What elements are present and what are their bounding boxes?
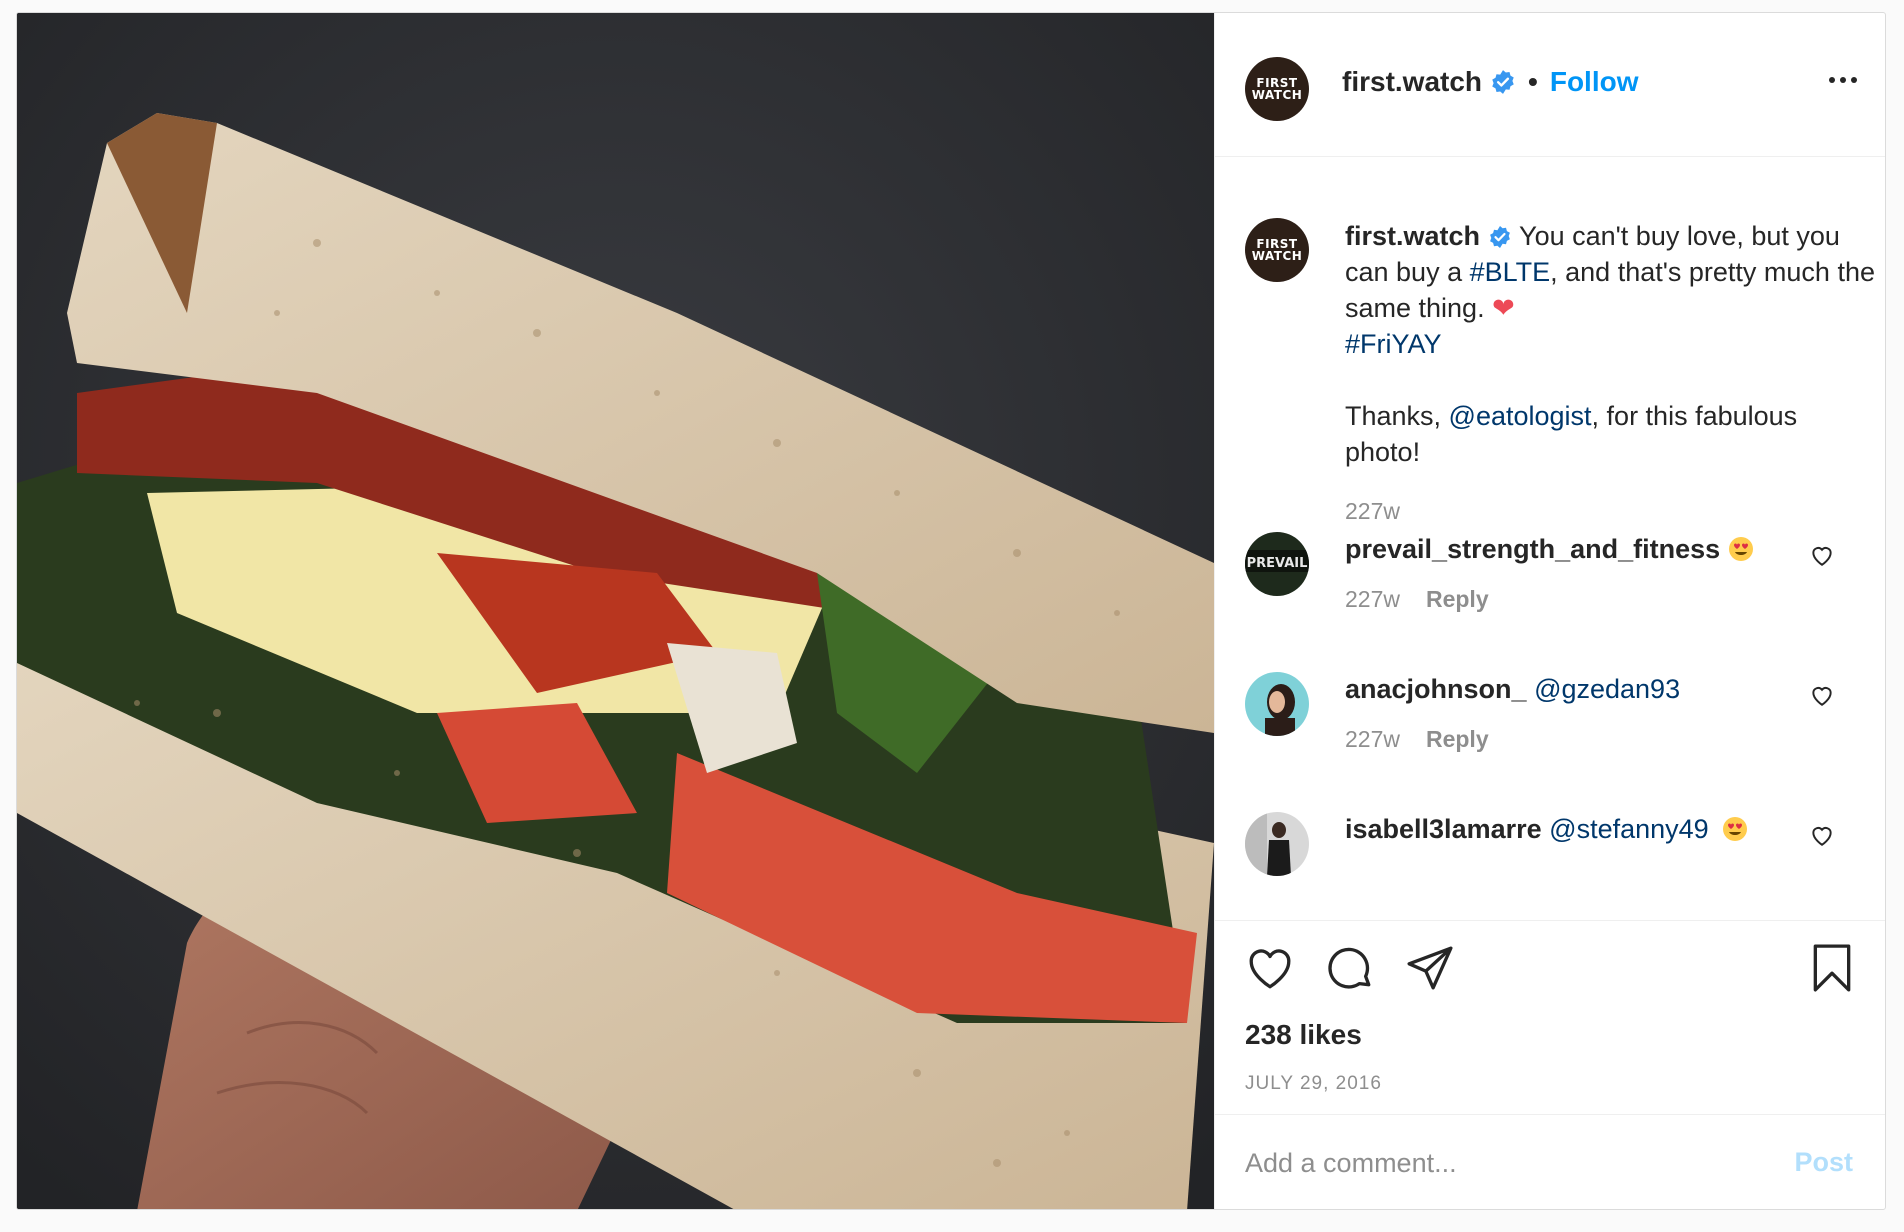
caption-timestamp[interactable]: 227w bbox=[1345, 498, 1400, 525]
commenter-avatar[interactable] bbox=[1245, 812, 1309, 876]
header-user-block: first.watch • Follow bbox=[1342, 66, 1639, 98]
comment-username[interactable]: anacjohnson_ bbox=[1345, 674, 1527, 704]
post-side-panel: FIRST WATCH first.watch • Follow FIRST W… bbox=[1214, 13, 1885, 1209]
post-date[interactable]: JULY 29, 2016 bbox=[1245, 1073, 1382, 1095]
post-comment-button[interactable]: Post bbox=[1794, 1147, 1853, 1178]
caption-text: first.watch You can't buy love, but you … bbox=[1345, 218, 1875, 470]
paper-plane-icon[interactable] bbox=[1405, 943, 1455, 993]
post-header: FIRST WATCH first.watch • Follow bbox=[1215, 13, 1885, 157]
reply-button[interactable]: Reply bbox=[1426, 586, 1489, 613]
avatar-text-line2: WATCH bbox=[1251, 88, 1303, 102]
comment-timestamp[interactable]: 227w bbox=[1345, 726, 1400, 753]
caption-username[interactable]: first.watch bbox=[1345, 221, 1480, 251]
comment-like-heart-icon[interactable] bbox=[1809, 822, 1835, 848]
author-username[interactable]: first.watch bbox=[1342, 66, 1482, 98]
add-comment-bar: Post bbox=[1215, 1114, 1885, 1209]
bookmark-icon[interactable] bbox=[1807, 943, 1857, 993]
comment-text: anacjohnson_ @gzedan93 bbox=[1345, 672, 1785, 706]
post-photo[interactable] bbox=[17, 13, 1214, 1209]
caption-thanks-pre: Thanks, bbox=[1345, 401, 1449, 431]
red-heart-emoji: ❤ bbox=[1492, 293, 1515, 323]
mention-eatologist[interactable]: @eatologist bbox=[1449, 401, 1592, 431]
header-separator: • bbox=[1528, 66, 1538, 97]
comment-body bbox=[1527, 674, 1535, 704]
svg-text:PREVAIL: PREVAIL bbox=[1247, 556, 1308, 571]
action-bar bbox=[1245, 943, 1455, 993]
commenter-avatar[interactable] bbox=[1245, 672, 1309, 736]
like-heart-icon[interactable] bbox=[1245, 943, 1295, 993]
verified-badge-icon bbox=[1490, 226, 1510, 248]
follow-button[interactable]: Follow bbox=[1550, 66, 1639, 98]
commenter-avatar[interactable]: PREVAIL bbox=[1245, 532, 1309, 596]
hashtag-blte[interactable]: #BLTE bbox=[1470, 257, 1551, 287]
comment-meta: 227w Reply bbox=[1345, 586, 1489, 613]
comment-meta: 227w Reply bbox=[1345, 726, 1489, 753]
post-footer: 238 likes JULY 29, 2016 Post bbox=[1215, 920, 1885, 1209]
verified-badge-icon bbox=[1492, 70, 1514, 94]
post-card: FIRST WATCH first.watch • Follow FIRST W… bbox=[16, 12, 1886, 1210]
comment-item: PREVAIL prevail_strength_and_fitness 227… bbox=[1245, 532, 1865, 642]
comment-mention[interactable]: @gzedan93 bbox=[1534, 674, 1680, 704]
sandwich-photo-illustration bbox=[17, 13, 1214, 1209]
avatar-text-line2: WATCH bbox=[1251, 249, 1303, 263]
more-options-icon[interactable] bbox=[1829, 77, 1857, 83]
comment-item: isabell3lamarre @stefanny49 bbox=[1245, 812, 1865, 920]
comment-text: prevail_strength_and_fitness bbox=[1345, 532, 1785, 566]
comment-like-heart-icon[interactable] bbox=[1809, 682, 1835, 708]
comment-bubble-icon[interactable] bbox=[1325, 943, 1375, 993]
likes-count[interactable]: 238 likes bbox=[1245, 1019, 1362, 1051]
heart-eyes-emoji-icon bbox=[1728, 537, 1753, 561]
comment-username[interactable]: isabell3lamarre bbox=[1345, 814, 1542, 844]
comment-mention[interactable]: @stefanny49 bbox=[1549, 814, 1709, 844]
comment-text: isabell3lamarre @stefanny49 bbox=[1345, 812, 1785, 846]
comment-username[interactable]: prevail_strength_and_fitness bbox=[1345, 534, 1720, 564]
caption-author-avatar[interactable]: FIRST WATCH bbox=[1245, 218, 1309, 282]
comment-timestamp[interactable]: 227w bbox=[1345, 586, 1400, 613]
comment-input[interactable] bbox=[1245, 1143, 1765, 1183]
heart-eyes-emoji-icon bbox=[1723, 817, 1748, 841]
comment-item: anacjohnson_ @gzedan93 227w Reply bbox=[1245, 672, 1865, 782]
author-avatar[interactable]: FIRST WATCH bbox=[1245, 57, 1309, 121]
comments-scroll-area[interactable]: FIRST WATCH first.watch You can't buy lo… bbox=[1215, 158, 1885, 920]
comment-like-heart-icon[interactable] bbox=[1809, 542, 1835, 568]
hashtag-friyay[interactable]: #FriYAY bbox=[1345, 329, 1442, 359]
reply-button[interactable]: Reply bbox=[1426, 726, 1489, 753]
